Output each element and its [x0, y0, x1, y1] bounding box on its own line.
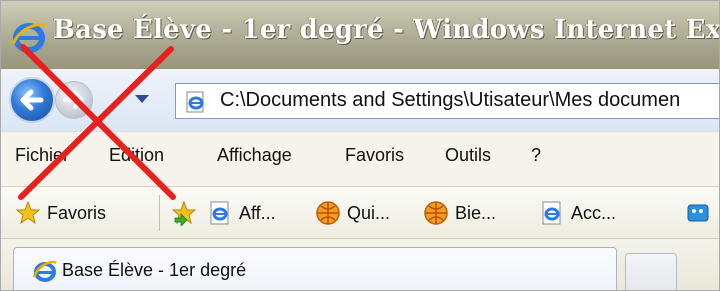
favorite-link-5[interactable] [685, 197, 717, 229]
favorite-link-4[interactable]: Acc... [539, 197, 616, 229]
back-arrow-icon [20, 89, 44, 111]
menu-favoris[interactable]: Favoris [345, 145, 404, 166]
favorites-bar: Favoris Aff... Qui... Bie... Acc... [1, 187, 719, 239]
forward-arrow-icon [63, 91, 84, 109]
recent-pages-dropdown-icon[interactable] [135, 95, 149, 103]
favorite-link-label: Acc... [571, 202, 617, 223]
ie-logo-icon [32, 260, 57, 282]
favorite-link-label: Bie... [455, 202, 497, 223]
navigation-bar: C:\Documents and Settings\Utisateur\Mes … [1, 69, 719, 131]
ie-logo-icon [11, 23, 47, 53]
orange-globe-icon [424, 201, 448, 225]
menu-help[interactable]: ? [531, 145, 541, 166]
blue-app-icon [687, 204, 709, 222]
star-icon [15, 200, 41, 225]
title-bar[interactable]: Base Élève - 1er degré - Windows Interne… [1, 1, 720, 69]
tab-row: Base Élève - 1er degré [1, 239, 719, 290]
tab-base-eleve[interactable]: Base Élève - 1er degré [13, 247, 617, 290]
add-to-favorites-button[interactable] [171, 197, 203, 229]
orange-globe-icon [316, 201, 340, 225]
window-title: Base Élève - 1er degré - Windows Interne… [53, 15, 720, 45]
forward-button[interactable] [55, 81, 93, 119]
browser-window: Base Élève - 1er degré - Windows Interne… [0, 0, 720, 291]
add-favorite-star-icon [171, 200, 197, 226]
menu-affichage[interactable]: Affichage [217, 145, 292, 166]
favorites-label: Favoris [47, 202, 107, 223]
menu-outils[interactable]: Outils [445, 145, 491, 166]
favorite-link-3[interactable]: Bie... [423, 197, 496, 229]
favorites-button[interactable]: Favoris [15, 197, 106, 229]
ie-page-icon [542, 201, 561, 225]
tab-label: Base Élève - 1er degré [62, 260, 247, 280]
new-tab-button[interactable] [625, 253, 677, 290]
menu-edition[interactable]: Edition [109, 145, 164, 166]
ie-page-icon [186, 91, 204, 113]
favorite-link-1[interactable]: Aff... [207, 197, 276, 229]
ie-page-icon [210, 201, 229, 225]
favorite-link-2[interactable]: Qui... [315, 197, 390, 229]
menu-bar: Fichier Edition Affichage Favoris Outils… [1, 131, 719, 187]
back-button[interactable] [9, 77, 55, 123]
address-text: C:\Documents and Settings\Utisateur\Mes … [220, 89, 681, 111]
favorite-link-label: Qui... [347, 202, 391, 223]
favorites-separator [159, 195, 160, 231]
address-bar[interactable]: C:\Documents and Settings\Utisateur\Mes … [175, 83, 719, 119]
favorite-link-label: Aff... [239, 202, 276, 223]
menu-fichier[interactable]: Fichier [15, 145, 69, 166]
